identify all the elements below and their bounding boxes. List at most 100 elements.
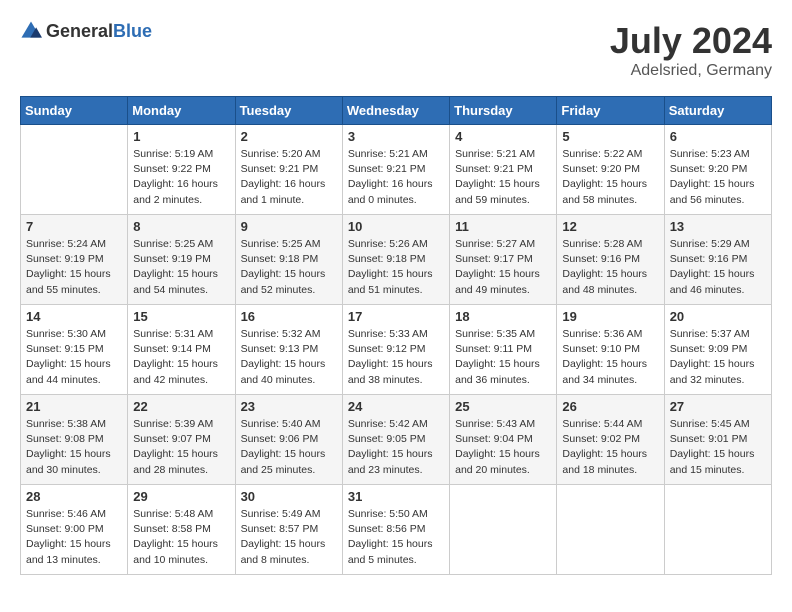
calendar-cell: 15 Sunrise: 5:31 AMSunset: 9:14 PMDaylig…	[128, 305, 235, 395]
day-info: Sunrise: 5:21 AMSunset: 9:21 PMDaylight:…	[455, 147, 551, 208]
calendar-cell	[21, 125, 128, 215]
day-of-week-header: Thursday	[450, 97, 557, 125]
day-number: 10	[348, 219, 444, 234]
logo: GeneralBlue	[20, 20, 152, 42]
day-number: 31	[348, 489, 444, 504]
day-number: 23	[241, 399, 337, 414]
day-number: 8	[133, 219, 229, 234]
day-number: 30	[241, 489, 337, 504]
day-info: Sunrise: 5:49 AMSunset: 8:57 PMDaylight:…	[241, 507, 337, 568]
calendar-cell: 10 Sunrise: 5:26 AMSunset: 9:18 PMDaylig…	[342, 215, 449, 305]
day-number: 18	[455, 309, 551, 324]
calendar-week-row: 7 Sunrise: 5:24 AMSunset: 9:19 PMDayligh…	[21, 215, 772, 305]
day-number: 6	[670, 129, 766, 144]
calendar-week-row: 28 Sunrise: 5:46 AMSunset: 9:00 PMDaylig…	[21, 485, 772, 575]
day-info: Sunrise: 5:35 AMSunset: 9:11 PMDaylight:…	[455, 327, 551, 388]
day-info: Sunrise: 5:40 AMSunset: 9:06 PMDaylight:…	[241, 417, 337, 478]
day-info: Sunrise: 5:23 AMSunset: 9:20 PMDaylight:…	[670, 147, 766, 208]
page-header: GeneralBlue July 2024 Adelsried, Germany	[20, 20, 772, 80]
logo-text-blue: Blue	[113, 21, 152, 41]
day-info: Sunrise: 5:28 AMSunset: 9:16 PMDaylight:…	[562, 237, 658, 298]
calendar-cell: 9 Sunrise: 5:25 AMSunset: 9:18 PMDayligh…	[235, 215, 342, 305]
day-number: 4	[455, 129, 551, 144]
calendar-cell: 30 Sunrise: 5:49 AMSunset: 8:57 PMDaylig…	[235, 485, 342, 575]
day-of-week-header: Saturday	[664, 97, 771, 125]
calendar-cell: 4 Sunrise: 5:21 AMSunset: 9:21 PMDayligh…	[450, 125, 557, 215]
day-of-week-header: Sunday	[21, 97, 128, 125]
month-year: July 2024	[610, 20, 772, 62]
day-info: Sunrise: 5:45 AMSunset: 9:01 PMDaylight:…	[670, 417, 766, 478]
day-info: Sunrise: 5:22 AMSunset: 9:20 PMDaylight:…	[562, 147, 658, 208]
calendar-cell	[664, 485, 771, 575]
calendar-cell: 14 Sunrise: 5:30 AMSunset: 9:15 PMDaylig…	[21, 305, 128, 395]
calendar-header-row: SundayMondayTuesdayWednesdayThursdayFrid…	[21, 97, 772, 125]
day-info: Sunrise: 5:46 AMSunset: 9:00 PMDaylight:…	[26, 507, 122, 568]
day-number: 26	[562, 399, 658, 414]
day-info: Sunrise: 5:21 AMSunset: 9:21 PMDaylight:…	[348, 147, 444, 208]
calendar-cell: 5 Sunrise: 5:22 AMSunset: 9:20 PMDayligh…	[557, 125, 664, 215]
calendar-cell	[450, 485, 557, 575]
calendar-cell: 16 Sunrise: 5:32 AMSunset: 9:13 PMDaylig…	[235, 305, 342, 395]
calendar-cell: 13 Sunrise: 5:29 AMSunset: 9:16 PMDaylig…	[664, 215, 771, 305]
calendar-cell: 1 Sunrise: 5:19 AMSunset: 9:22 PMDayligh…	[128, 125, 235, 215]
day-info: Sunrise: 5:36 AMSunset: 9:10 PMDaylight:…	[562, 327, 658, 388]
calendar-cell: 11 Sunrise: 5:27 AMSunset: 9:17 PMDaylig…	[450, 215, 557, 305]
day-number: 29	[133, 489, 229, 504]
day-number: 1	[133, 129, 229, 144]
day-number: 14	[26, 309, 122, 324]
day-number: 12	[562, 219, 658, 234]
calendar-cell: 8 Sunrise: 5:25 AMSunset: 9:19 PMDayligh…	[128, 215, 235, 305]
logo-icon	[20, 20, 42, 42]
calendar-cell: 6 Sunrise: 5:23 AMSunset: 9:20 PMDayligh…	[664, 125, 771, 215]
calendar-cell: 19 Sunrise: 5:36 AMSunset: 9:10 PMDaylig…	[557, 305, 664, 395]
title-block: July 2024 Adelsried, Germany	[610, 20, 772, 80]
day-info: Sunrise: 5:30 AMSunset: 9:15 PMDaylight:…	[26, 327, 122, 388]
day-of-week-header: Friday	[557, 97, 664, 125]
day-info: Sunrise: 5:27 AMSunset: 9:17 PMDaylight:…	[455, 237, 551, 298]
day-number: 22	[133, 399, 229, 414]
day-number: 27	[670, 399, 766, 414]
calendar-cell: 12 Sunrise: 5:28 AMSunset: 9:16 PMDaylig…	[557, 215, 664, 305]
day-number: 15	[133, 309, 229, 324]
calendar-cell: 25 Sunrise: 5:43 AMSunset: 9:04 PMDaylig…	[450, 395, 557, 485]
calendar-cell: 21 Sunrise: 5:38 AMSunset: 9:08 PMDaylig…	[21, 395, 128, 485]
day-info: Sunrise: 5:20 AMSunset: 9:21 PMDaylight:…	[241, 147, 337, 208]
calendar-cell: 26 Sunrise: 5:44 AMSunset: 9:02 PMDaylig…	[557, 395, 664, 485]
calendar-week-row: 14 Sunrise: 5:30 AMSunset: 9:15 PMDaylig…	[21, 305, 772, 395]
day-info: Sunrise: 5:31 AMSunset: 9:14 PMDaylight:…	[133, 327, 229, 388]
day-info: Sunrise: 5:43 AMSunset: 9:04 PMDaylight:…	[455, 417, 551, 478]
day-info: Sunrise: 5:44 AMSunset: 9:02 PMDaylight:…	[562, 417, 658, 478]
day-info: Sunrise: 5:24 AMSunset: 9:19 PMDaylight:…	[26, 237, 122, 298]
logo-text-general: General	[46, 21, 113, 41]
calendar-week-row: 1 Sunrise: 5:19 AMSunset: 9:22 PMDayligh…	[21, 125, 772, 215]
calendar-cell: 31 Sunrise: 5:50 AMSunset: 8:56 PMDaylig…	[342, 485, 449, 575]
day-info: Sunrise: 5:19 AMSunset: 9:22 PMDaylight:…	[133, 147, 229, 208]
day-info: Sunrise: 5:32 AMSunset: 9:13 PMDaylight:…	[241, 327, 337, 388]
day-info: Sunrise: 5:26 AMSunset: 9:18 PMDaylight:…	[348, 237, 444, 298]
day-info: Sunrise: 5:33 AMSunset: 9:12 PMDaylight:…	[348, 327, 444, 388]
day-info: Sunrise: 5:25 AMSunset: 9:19 PMDaylight:…	[133, 237, 229, 298]
calendar-cell: 22 Sunrise: 5:39 AMSunset: 9:07 PMDaylig…	[128, 395, 235, 485]
day-number: 7	[26, 219, 122, 234]
day-of-week-header: Wednesday	[342, 97, 449, 125]
day-number: 9	[241, 219, 337, 234]
day-info: Sunrise: 5:38 AMSunset: 9:08 PMDaylight:…	[26, 417, 122, 478]
calendar-cell: 27 Sunrise: 5:45 AMSunset: 9:01 PMDaylig…	[664, 395, 771, 485]
calendar-week-row: 21 Sunrise: 5:38 AMSunset: 9:08 PMDaylig…	[21, 395, 772, 485]
day-number: 13	[670, 219, 766, 234]
calendar-cell: 20 Sunrise: 5:37 AMSunset: 9:09 PMDaylig…	[664, 305, 771, 395]
day-number: 28	[26, 489, 122, 504]
day-number: 16	[241, 309, 337, 324]
day-number: 2	[241, 129, 337, 144]
calendar-cell: 23 Sunrise: 5:40 AMSunset: 9:06 PMDaylig…	[235, 395, 342, 485]
calendar-cell: 28 Sunrise: 5:46 AMSunset: 9:00 PMDaylig…	[21, 485, 128, 575]
day-number: 19	[562, 309, 658, 324]
calendar-cell: 3 Sunrise: 5:21 AMSunset: 9:21 PMDayligh…	[342, 125, 449, 215]
calendar-cell: 7 Sunrise: 5:24 AMSunset: 9:19 PMDayligh…	[21, 215, 128, 305]
day-number: 17	[348, 309, 444, 324]
day-of-week-header: Monday	[128, 97, 235, 125]
day-number: 11	[455, 219, 551, 234]
day-info: Sunrise: 5:25 AMSunset: 9:18 PMDaylight:…	[241, 237, 337, 298]
day-info: Sunrise: 5:39 AMSunset: 9:07 PMDaylight:…	[133, 417, 229, 478]
calendar-cell: 24 Sunrise: 5:42 AMSunset: 9:05 PMDaylig…	[342, 395, 449, 485]
